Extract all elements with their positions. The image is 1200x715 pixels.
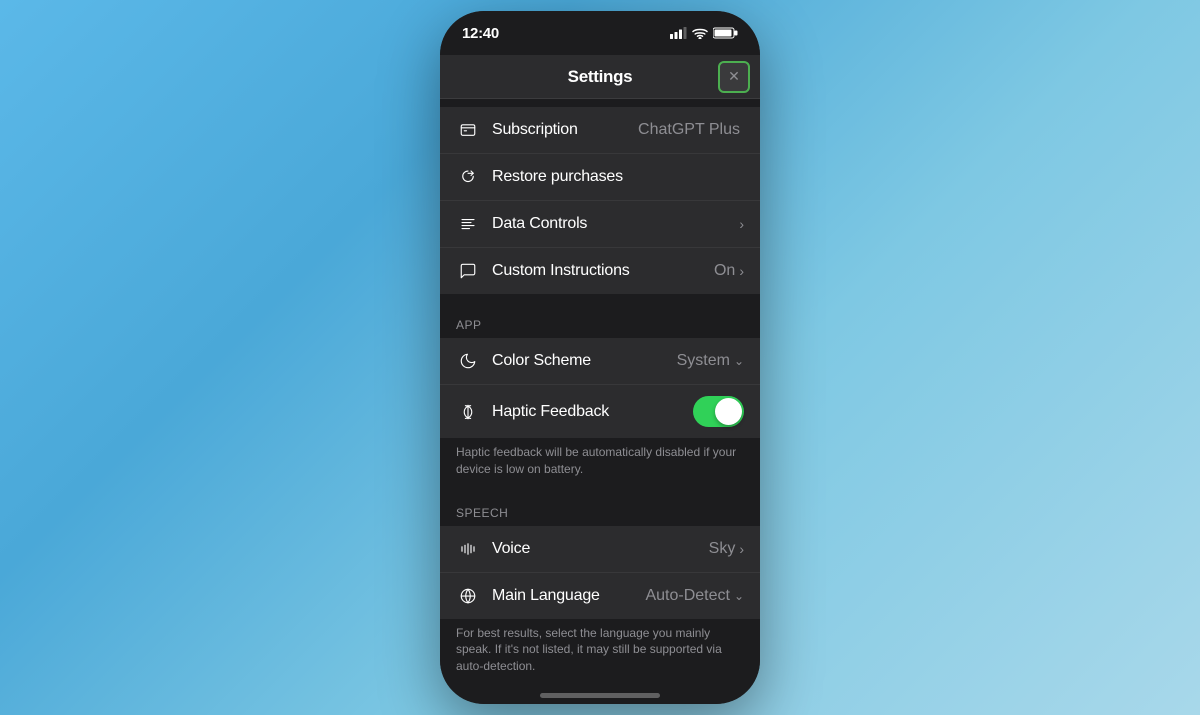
speech-settings-card: Voice Sky › Main Language Auto-Detect ⌄	[440, 526, 760, 619]
toggle-thumb	[715, 398, 742, 425]
restore-purchases-label: Restore purchases	[492, 168, 744, 186]
data-controls-icon	[456, 212, 480, 236]
haptic-toggle[interactable]	[693, 396, 744, 427]
status-bar: 12:40	[440, 11, 760, 55]
data-controls-row[interactable]: Data Controls ›	[440, 201, 760, 248]
color-scheme-label: Color Scheme	[492, 352, 677, 370]
app-spacer	[440, 294, 760, 302]
close-icon: ✕	[728, 68, 740, 85]
voice-icon	[456, 537, 480, 561]
top-settings-card: Subscription ChatGPT Plus Restore purcha…	[440, 107, 760, 294]
voice-row[interactable]: Voice Sky ›	[440, 526, 760, 573]
main-language-row[interactable]: Main Language Auto-Detect ⌄	[440, 573, 760, 619]
settings-page-title: Settings	[568, 67, 633, 87]
moon-icon	[456, 349, 480, 373]
haptic-feedback-label: Haptic Feedback	[492, 403, 693, 421]
home-indicator	[540, 693, 660, 698]
haptic-feedback-row[interactable]: Haptic Feedback	[440, 385, 760, 438]
custom-instructions-value: On	[714, 262, 735, 280]
voice-chevron: ›	[739, 541, 744, 557]
subscription-row[interactable]: Subscription ChatGPT Plus	[440, 107, 760, 154]
top-spacer	[440, 99, 760, 107]
haptic-hint: Haptic feedback will be automatically di…	[440, 438, 760, 490]
haptic-icon	[456, 400, 480, 424]
color-scheme-value: System	[677, 352, 730, 370]
language-hint: For best results, select the language yo…	[440, 619, 760, 687]
custom-instructions-label: Custom Instructions	[492, 262, 714, 280]
restore-purchases-row[interactable]: Restore purchases	[440, 154, 760, 201]
settings-content: Subscription ChatGPT Plus Restore purcha…	[440, 99, 760, 704]
main-language-value: Auto-Detect	[645, 587, 729, 605]
settings-header: Settings ✕	[440, 55, 760, 99]
close-button[interactable]: ✕	[718, 61, 750, 93]
color-scheme-row[interactable]: Color Scheme System ⌄	[440, 338, 760, 385]
status-icons	[670, 27, 738, 39]
main-language-chevron: ⌄	[734, 589, 744, 603]
restore-icon	[456, 165, 480, 189]
subscription-icon	[456, 118, 480, 142]
globe-icon	[456, 584, 480, 608]
speech-section-label: SPEECH	[440, 490, 760, 526]
voice-value: Sky	[709, 540, 736, 558]
color-scheme-chevron: ⌄	[734, 354, 744, 368]
data-controls-chevron: ›	[739, 216, 744, 232]
app-settings-card: Color Scheme System ⌄ Haptic Feedback	[440, 338, 760, 438]
signal-icon	[670, 27, 687, 39]
toggle-track	[693, 396, 744, 427]
main-language-label: Main Language	[492, 587, 645, 605]
wifi-icon	[692, 27, 708, 39]
data-controls-label: Data Controls	[492, 215, 739, 233]
custom-instructions-chevron: ›	[739, 263, 744, 279]
app-section-label: APP	[440, 302, 760, 338]
subscription-value: ChatGPT Plus	[638, 121, 740, 139]
custom-instructions-icon	[456, 259, 480, 283]
battery-icon	[713, 27, 738, 39]
voice-label: Voice	[492, 540, 709, 558]
status-time: 12:40	[462, 25, 499, 42]
phone-frame: 12:40 Settings	[440, 11, 760, 704]
subscription-label: Subscription	[492, 121, 638, 139]
custom-instructions-row[interactable]: Custom Instructions On ›	[440, 248, 760, 294]
